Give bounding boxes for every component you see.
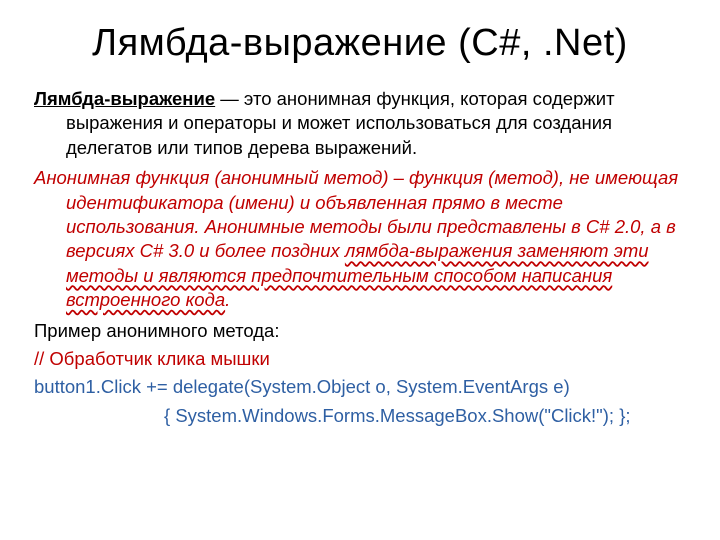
code-line-2: { System.Windows.Forms.MessageBox.Show("… xyxy=(34,404,686,428)
anon-post: . xyxy=(225,289,230,310)
slide-body: Лямбда-выражение — это анонимная функция… xyxy=(34,87,686,428)
definition-paragraph: Лямбда-выражение — это анонимная функция… xyxy=(34,87,686,160)
example-label: Пример анонимного метода: xyxy=(34,319,686,343)
lambda-term: Лямбда-выражение xyxy=(34,88,215,109)
code-line-1: button1.Click += delegate(System.Object … xyxy=(34,375,686,399)
slide-title: Лямбда-выражение (C#, .Net) xyxy=(34,22,686,65)
anonymous-note: Анонимная функция (анонимный метод) – фу… xyxy=(34,166,686,312)
slide: Лямбда-выражение (C#, .Net) Лямбда-выраж… xyxy=(0,0,720,540)
code-comment: // Обработчик клика мышки xyxy=(34,347,686,371)
